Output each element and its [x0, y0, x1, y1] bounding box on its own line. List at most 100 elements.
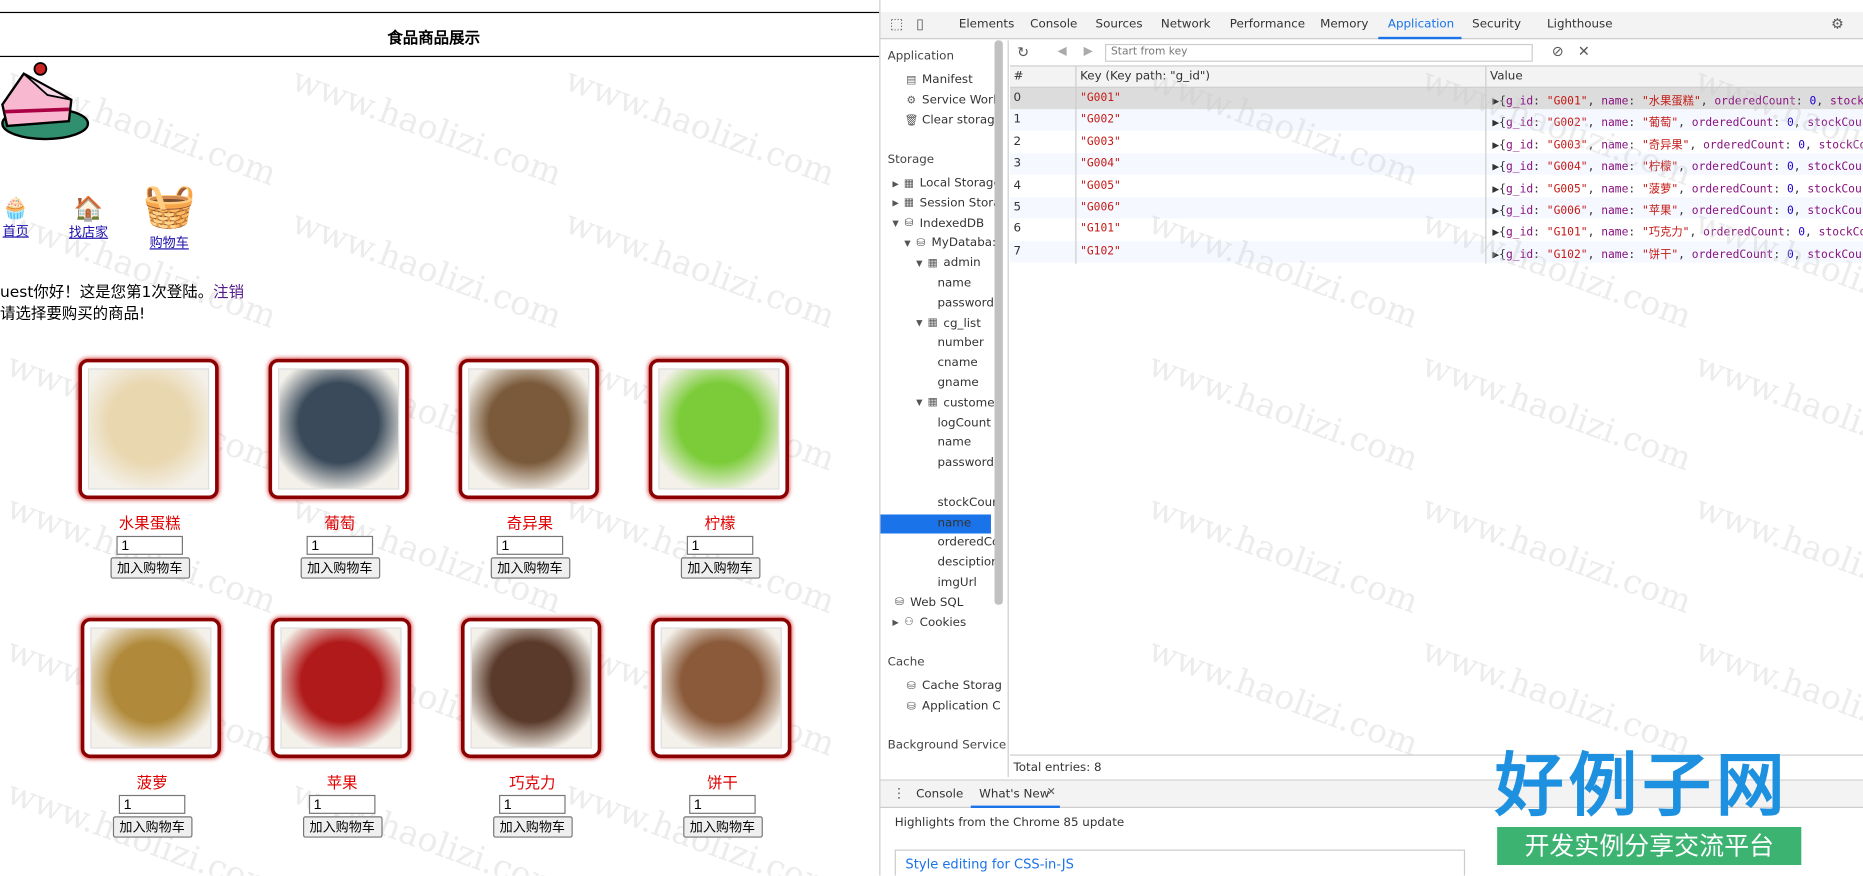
product-image[interactable] [87, 368, 210, 490]
nav-home-link[interactable]: 首页 [2, 221, 29, 240]
quantity-input[interactable] [306, 535, 374, 555]
nav-cart[interactable]: 🧺 购物车 [143, 181, 196, 252]
expand-triangle-icon[interactable]: ▶ [892, 618, 902, 628]
add-to-cart-button[interactable]: 加入购物车 [490, 557, 570, 579]
tab-sources[interactable]: Sources [1096, 18, 1143, 31]
product-image[interactable] [660, 627, 782, 749]
product-image[interactable] [470, 627, 592, 749]
sidebar-item-stockcour[interactable]: stockCour [937, 496, 997, 509]
tab-application[interactable]: Application [1388, 18, 1454, 31]
table-row[interactable]: 7 "G102" ▶{g_id: "G102", name: "饼干", orde… [1009, 240, 1863, 263]
style-editing-link[interactable]: Style editing for CSS-in-JS [905, 857, 1074, 872]
sidebar-item-cname[interactable]: cname [937, 357, 977, 370]
product-image[interactable] [90, 627, 212, 749]
clear-icon[interactable]: ⊘ [1552, 43, 1564, 60]
quantity-input[interactable] [689, 794, 756, 814]
expand-triangle-icon[interactable]: ▼ [916, 259, 926, 269]
add-to-cart-button[interactable]: 加入购物车 [682, 816, 763, 838]
sidebar-item-indexeddb[interactable]: ▼ ⛁ IndexedDB [892, 217, 984, 230]
add-to-cart-button[interactable]: 加入购物车 [492, 816, 573, 838]
product-image-frame[interactable] [80, 617, 222, 759]
expand-triangle-icon[interactable]: ▼ [916, 398, 926, 408]
sidebar-item-name[interactable]: name [937, 516, 971, 529]
add-to-cart-button[interactable]: 加入购物车 [112, 816, 192, 838]
sidebar-item-orderedco[interactable]: orderedCo [937, 536, 999, 549]
product-image-frame[interactable] [268, 358, 409, 500]
start-key-input[interactable]: Start from key [1105, 43, 1533, 62]
sidebar-item-mydataba-[interactable]: ▼ ⛁ MyDataba: [904, 237, 996, 250]
tab-performance[interactable]: Performance [1230, 18, 1305, 31]
product-image-frame[interactable] [458, 358, 599, 500]
add-to-cart-button[interactable]: 加入购物车 [302, 816, 383, 838]
product-image-frame[interactable] [461, 617, 602, 759]
quantity-input[interactable] [308, 794, 376, 814]
sidebar-item-gname[interactable]: gname [937, 377, 978, 390]
product-image-frame[interactable] [270, 617, 412, 759]
expand-triangle-icon[interactable]: ▼ [904, 239, 914, 249]
table-row[interactable]: 0 "G001" ▶{g_id: "G001", name: "水果蛋糕", or… [1009, 87, 1863, 110]
product-image[interactable] [280, 627, 402, 749]
device-toggle-icon[interactable]: ▯ [916, 15, 924, 32]
tab-security[interactable]: Security [1472, 18, 1521, 31]
quantity-input[interactable] [116, 535, 183, 555]
drawer-tab-console[interactable]: Console [916, 788, 963, 801]
tab-memory[interactable]: Memory [1320, 18, 1368, 31]
nav-cart-link[interactable]: 购物车 [143, 233, 196, 252]
logout-link[interactable]: 注销 [213, 284, 244, 302]
expand-triangle-icon[interactable]: ▶ [892, 179, 902, 189]
close-icon[interactable]: ✕ [1047, 787, 1056, 799]
sidebar-item-cookies[interactable]: ▶ ⚇ Cookies [892, 616, 966, 629]
sidebar-item-imgurl[interactable]: imgUrl [937, 576, 976, 589]
tab-console[interactable]: Console [1030, 18, 1077, 31]
tab-network[interactable]: Network [1161, 18, 1211, 31]
product-image[interactable] [278, 368, 400, 490]
sidebar-item-admin[interactable]: ▼ ▦ admin [916, 257, 981, 270]
sidebar-item-password[interactable]: password [937, 456, 993, 469]
add-to-cart-button[interactable]: 加入购物车 [109, 557, 190, 579]
sidebar-item-desciptior[interactable]: desciptior [937, 556, 996, 569]
sidebar-item-local-storage[interactable]: ▶ ▦ Local Storage [892, 177, 1000, 190]
sidebar-item-goods[interactable]: ▼ ▦ goods [916, 476, 984, 489]
sidebar-item-clear-storage[interactable]: 🗑 Clear storage [904, 114, 1002, 127]
table-row[interactable]: 2 "G003" ▶{g_id: "G003", name: "奇异果", ord… [1009, 131, 1863, 154]
sidebar-item-name[interactable]: name [937, 277, 971, 290]
sidebar-item-custome[interactable]: ▼ ▦ custome [916, 397, 994, 410]
sidebar-item-cache-1[interactable]: ⛁ Application C [904, 700, 1001, 713]
sidebar-scrollbar[interactable] [994, 40, 1003, 605]
add-to-cart-button[interactable]: 加入购物车 [680, 557, 760, 579]
sidebar-item-number[interactable]: number [937, 337, 983, 350]
quantity-input[interactable] [496, 535, 564, 555]
product-image-frame[interactable] [648, 358, 789, 500]
more-icon[interactable]: ⋮ [892, 785, 905, 800]
prev-page-icon[interactable]: ◀ [1057, 45, 1066, 58]
expand-triangle-icon[interactable]: ▶ [892, 199, 902, 209]
sidebar-item-cache-0[interactable]: ⛁ Cache Storag [904, 680, 1002, 693]
expand-triangle-icon[interactable]: ▼ [916, 478, 926, 488]
product-image[interactable] [658, 368, 780, 490]
table-row[interactable]: 6 "G101" ▶{g_id: "G101", name: "巧克力", ord… [1009, 219, 1863, 241]
nav-find-store[interactable]: 🏠 找店家 [69, 194, 108, 242]
sidebar-item-logcount[interactable]: logCount [937, 417, 990, 430]
product-image[interactable] [468, 368, 590, 490]
sidebar-item-name[interactable]: name [937, 437, 971, 450]
drawer-tab-whats-new[interactable]: What's New [979, 788, 1049, 801]
tab-lighthouse[interactable]: Lighthouse [1547, 18, 1612, 31]
table-row[interactable]: 3 "G004" ▶{g_id: "G004", name: "柠檬", orde… [1009, 153, 1863, 175]
inspect-icon[interactable]: ⬚ [890, 15, 903, 32]
quantity-input[interactable] [499, 794, 566, 814]
expand-triangle-icon[interactable]: ▼ [892, 219, 902, 229]
add-to-cart-button[interactable]: 加入购物车 [300, 557, 380, 579]
gear-icon[interactable]: ⚙ [1831, 15, 1844, 32]
sidebar-item-manifest[interactable]: ▤ Manifest [904, 74, 972, 87]
sidebar-item-web-sql[interactable]: ⛁ Web SQL [892, 596, 963, 609]
product-image-frame[interactable] [78, 358, 219, 500]
next-page-icon[interactable]: ▶ [1084, 45, 1093, 58]
sidebar-item-service-work[interactable]: ⚙ Service Work [904, 94, 1000, 107]
nav-find-store-link[interactable]: 找店家 [69, 222, 108, 241]
table-row[interactable]: 4 "G005" ▶{g_id: "G005", name: "菠萝", orde… [1009, 175, 1863, 197]
table-row[interactable]: 1 "G002" ▶{g_id: "G002", name: "葡萄", orde… [1009, 109, 1863, 132]
expand-triangle-icon[interactable]: ▼ [916, 319, 926, 329]
nav-home[interactable]: 🧁 首页 [2, 196, 29, 240]
quantity-input[interactable] [118, 794, 186, 814]
sidebar-item-cg-list[interactable]: ▼ ▦ cg_list [916, 317, 981, 330]
